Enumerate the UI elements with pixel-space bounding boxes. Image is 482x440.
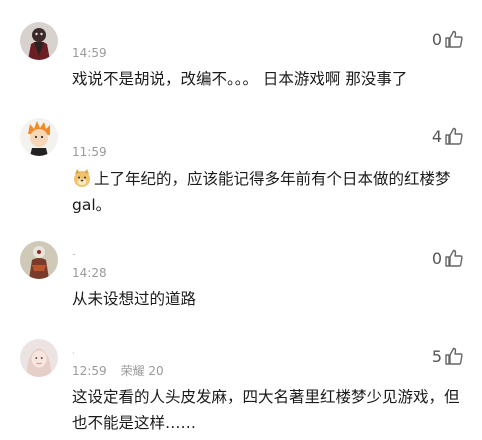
avatar[interactable] <box>20 241 58 279</box>
comment-time: 14:59 <box>72 46 107 60</box>
avatar[interactable] <box>20 118 58 156</box>
like-button[interactable]: 0 <box>432 27 464 49</box>
comment-meta: 14:28 <box>72 266 107 280</box>
avatar[interactable] <box>20 339 58 377</box>
like-button[interactable]: 4 <box>432 124 464 146</box>
username[interactable]: ˉ <box>72 254 76 262</box>
thumbs-up-icon <box>444 346 464 366</box>
like-count: 4 <box>431 127 442 146</box>
comment-meta: 14:59 <box>72 46 107 60</box>
comment-meta: 11:59 <box>72 145 107 159</box>
comment-text: 这设定看的人头皮发麻，四大名著里红楼梦少见游戏，但也不能是这样…… <box>72 388 460 432</box>
comment-time: 14:28 <box>72 266 107 280</box>
like-button[interactable]: 5 <box>432 344 464 366</box>
comment-text: 上了年纪的，应该能记得多年前有个日本做的红楼梦gal。 <box>72 170 451 214</box>
comment-time: 11:59 <box>72 145 107 159</box>
thumbs-up-icon <box>444 29 464 49</box>
avatar[interactable] <box>20 22 58 60</box>
comment-text-block: 上了年纪的，应该能记得多年前有个日本做的红楼梦gal。 <box>72 166 462 218</box>
thumbs-up-icon <box>444 126 464 146</box>
device-label: 荣耀 20 <box>120 364 164 378</box>
like-count: 0 <box>431 30 442 49</box>
like-count: 0 <box>431 249 442 268</box>
username[interactable]: · <box>72 350 75 358</box>
like-button[interactable]: 0 <box>432 246 464 268</box>
comment-text: 戏说不是胡说，改编不。。。 日本游戏啊 那没事了 <box>72 70 408 88</box>
comment-meta: 12:59 荣耀 20 <box>72 364 164 378</box>
comment-time: 12:59 <box>72 364 107 378</box>
thumbs-up-icon <box>444 248 464 268</box>
doge-icon <box>72 168 92 188</box>
like-count: 5 <box>431 347 442 366</box>
comment-text: 从未设想过的道路 <box>72 290 197 308</box>
